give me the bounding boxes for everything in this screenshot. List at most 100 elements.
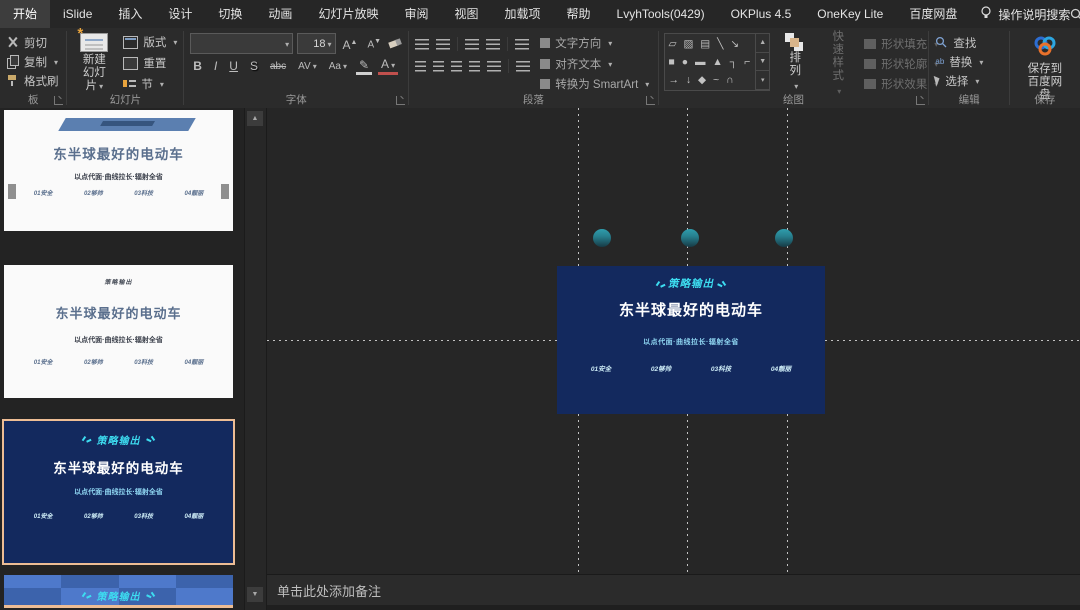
font-color-button[interactable]: A: [378, 58, 398, 75]
slide-thumbnail-3-selected[interactable]: 策略输出 东半球最好的电动车 以点代面·曲线拉长·辐射全省 01安全 02够帅 …: [2, 419, 235, 565]
tab-baidu-netdisk[interactable]: 百度网盘: [896, 0, 970, 28]
italic-button[interactable]: I: [211, 58, 220, 75]
scroll-up-button[interactable]: [247, 111, 263, 126]
thumbnail-scrollbar[interactable]: [245, 108, 267, 610]
layout-button[interactable]: 版式: [123, 33, 177, 52]
shape-fill-button[interactable]: 形状填充: [864, 35, 938, 52]
quick-styles-button[interactable]: 快速样式: [820, 33, 856, 93]
numbering-icon[interactable]: [436, 39, 450, 50]
format-painter-button[interactable]: 格式刷: [6, 71, 60, 90]
change-case-button[interactable]: Aa: [326, 58, 350, 75]
columns-icon[interactable]: [487, 61, 501, 72]
increase-indent-icon[interactable]: [486, 39, 500, 50]
slide-subtitle[interactable]: 以点代面·曲线拉长·辐射全省: [557, 337, 825, 347]
thumb4-edge: [4, 605, 233, 608]
tab-okplus[interactable]: OKPlus 4.5: [718, 0, 805, 28]
tell-me-search[interactable]: 操作说明搜索: [980, 6, 1070, 23]
distribute-icon[interactable]: [516, 61, 530, 72]
strikethrough-button[interactable]: abc: [267, 58, 289, 75]
font-dialog-launcher[interactable]: [396, 96, 405, 105]
tab-onekey[interactable]: OneKey Lite: [804, 0, 896, 28]
tab-slideshow[interactable]: 幻灯片放映: [305, 0, 391, 28]
chevron-down-icon: [977, 56, 983, 68]
text-direction-button[interactable]: 文字方向: [540, 34, 649, 52]
section-button[interactable]: 节: [123, 74, 177, 93]
bold-button[interactable]: B: [190, 58, 205, 75]
slide-badge[interactable]: 策略输出: [557, 276, 825, 291]
teal-circle-shape-3[interactable]: [775, 229, 793, 247]
smartart-button[interactable]: 转换为 SmartArt: [540, 75, 649, 93]
tab-help[interactable]: 帮助: [554, 0, 604, 28]
align-text-button[interactable]: 对齐文本: [540, 55, 649, 73]
slide-thumbnail-2[interactable]: 策略输出 东半球最好的电动车 以点代面·曲线拉长·辐射全省 01安全 02够帅 …: [4, 265, 233, 398]
teal-circle-shape-1[interactable]: [593, 229, 611, 247]
chevron-down-icon: [311, 61, 317, 72]
notes-pane[interactable]: 单击此处添加备注: [267, 574, 1080, 605]
slide-thumbnail-panel: 东半球最好的电动车 以点代面·曲线拉长·辐射全省 01安全 02够帅 03科技 …: [0, 108, 245, 610]
column-2[interactable]: 02够帅: [631, 363, 691, 373]
tab-review[interactable]: 审阅: [391, 0, 441, 28]
drawing-dialog-launcher[interactable]: [916, 96, 925, 105]
align-right-icon[interactable]: [451, 61, 462, 72]
tab-view[interactable]: 视图: [441, 0, 491, 28]
column-1[interactable]: 01安全: [571, 363, 631, 373]
align-center-icon[interactable]: [433, 61, 444, 72]
slide-thumbnail-4[interactable]: 策略输出: [4, 575, 233, 608]
shrink-font-button[interactable]: A▼: [364, 33, 384, 53]
tab-islide[interactable]: iSlide: [50, 0, 105, 28]
shape-outline-button[interactable]: 形状轮廓: [864, 55, 938, 72]
teal-circle-shape-2[interactable]: [681, 229, 699, 247]
column-3[interactable]: 03科技: [691, 363, 751, 373]
paragraph-dialog-launcher[interactable]: [646, 96, 655, 105]
tab-lvyhtools[interactable]: LvyhTools(0429): [604, 0, 718, 28]
column-4[interactable]: 04靓丽: [751, 363, 811, 373]
reset-button[interactable]: 重置: [123, 54, 177, 73]
slide-canvas[interactable]: 策略输出 东半球最好的电动车 以点代面·曲线拉长·辐射全省 01安全 02够帅 …: [267, 108, 1080, 574]
cut-button[interactable]: 剪切: [6, 33, 60, 52]
text-shadow-button[interactable]: S: [247, 58, 261, 75]
shapes-gallery-scroll[interactable]: ▲▼▾: [755, 34, 769, 90]
align-left-icon[interactable]: [415, 61, 426, 72]
new-slide-button[interactable]: 新建幻灯片: [73, 33, 115, 93]
line-spacing-icon[interactable]: [515, 39, 529, 50]
char-spacing-button[interactable]: AV: [295, 58, 320, 75]
shape-effects-button[interactable]: 形状效果: [864, 76, 938, 93]
bullets-icon[interactable]: [415, 39, 429, 50]
shape-fill-icon: [864, 39, 876, 49]
clipboard-dialog-launcher[interactable]: [54, 96, 63, 105]
arrange-button[interactable]: 排列: [778, 33, 812, 93]
chevron-down-icon: [171, 36, 177, 48]
clipboard-group: 剪切 复制 格式刷 板: [0, 28, 66, 108]
sparkle-icon: [82, 435, 91, 444]
tab-transitions[interactable]: 切换: [205, 0, 255, 28]
tab-home[interactable]: 开始: [0, 0, 50, 28]
copy-button[interactable]: 复制: [6, 52, 60, 71]
justify-icon[interactable]: [469, 61, 480, 72]
tab-animations[interactable]: 动画: [255, 0, 305, 28]
search-icon[interactable]: [1070, 8, 1080, 21]
slide-title[interactable]: 东半球最好的电动车: [557, 299, 825, 320]
find-button[interactable]: 查找: [935, 33, 1003, 52]
highlight-button[interactable]: ✎: [356, 59, 372, 75]
font-name-combo[interactable]: [190, 33, 293, 54]
select-button[interactable]: 选择: [935, 71, 1003, 90]
align-text-icon: [540, 59, 550, 69]
thumb3-badge: 策略输出: [4, 431, 233, 449]
replace-button[interactable]: ab替换: [935, 52, 1003, 71]
font-size-combo[interactable]: 18: [297, 33, 335, 54]
thumb1-title: 东半球最好的电动车: [4, 143, 233, 163]
scroll-down-button[interactable]: [247, 587, 263, 602]
decrease-indent-icon[interactable]: [465, 39, 479, 50]
grow-font-button[interactable]: A▲: [340, 34, 361, 54]
clear-format-icon[interactable]: [388, 37, 402, 50]
tab-insert[interactable]: 插入: [105, 0, 155, 28]
shapes-gallery[interactable]: ▱ ▨ ▤ ╲ ↘ ■ ● ▬ ▲ ┐ ⌐ → ↓ ◆ ~ ∩ ▲▼▾: [664, 33, 770, 91]
tab-design[interactable]: 设计: [155, 0, 205, 28]
slide-thumbnail-1[interactable]: 东半球最好的电动车 以点代面·曲线拉长·辐射全省 01安全 02够帅 03科技 …: [4, 110, 233, 231]
current-slide[interactable]: 策略输出 东半球最好的电动车 以点代面·曲线拉长·辐射全省 01安全 02够帅 …: [557, 266, 825, 414]
slide-columns[interactable]: 01安全 02够帅 03科技 04靓丽: [571, 363, 811, 373]
tab-addins[interactable]: 加载项: [491, 0, 553, 28]
underline-button[interactable]: U: [226, 58, 241, 75]
smartart-icon: [540, 79, 550, 89]
tell-me-label: 操作说明搜索: [998, 6, 1070, 23]
